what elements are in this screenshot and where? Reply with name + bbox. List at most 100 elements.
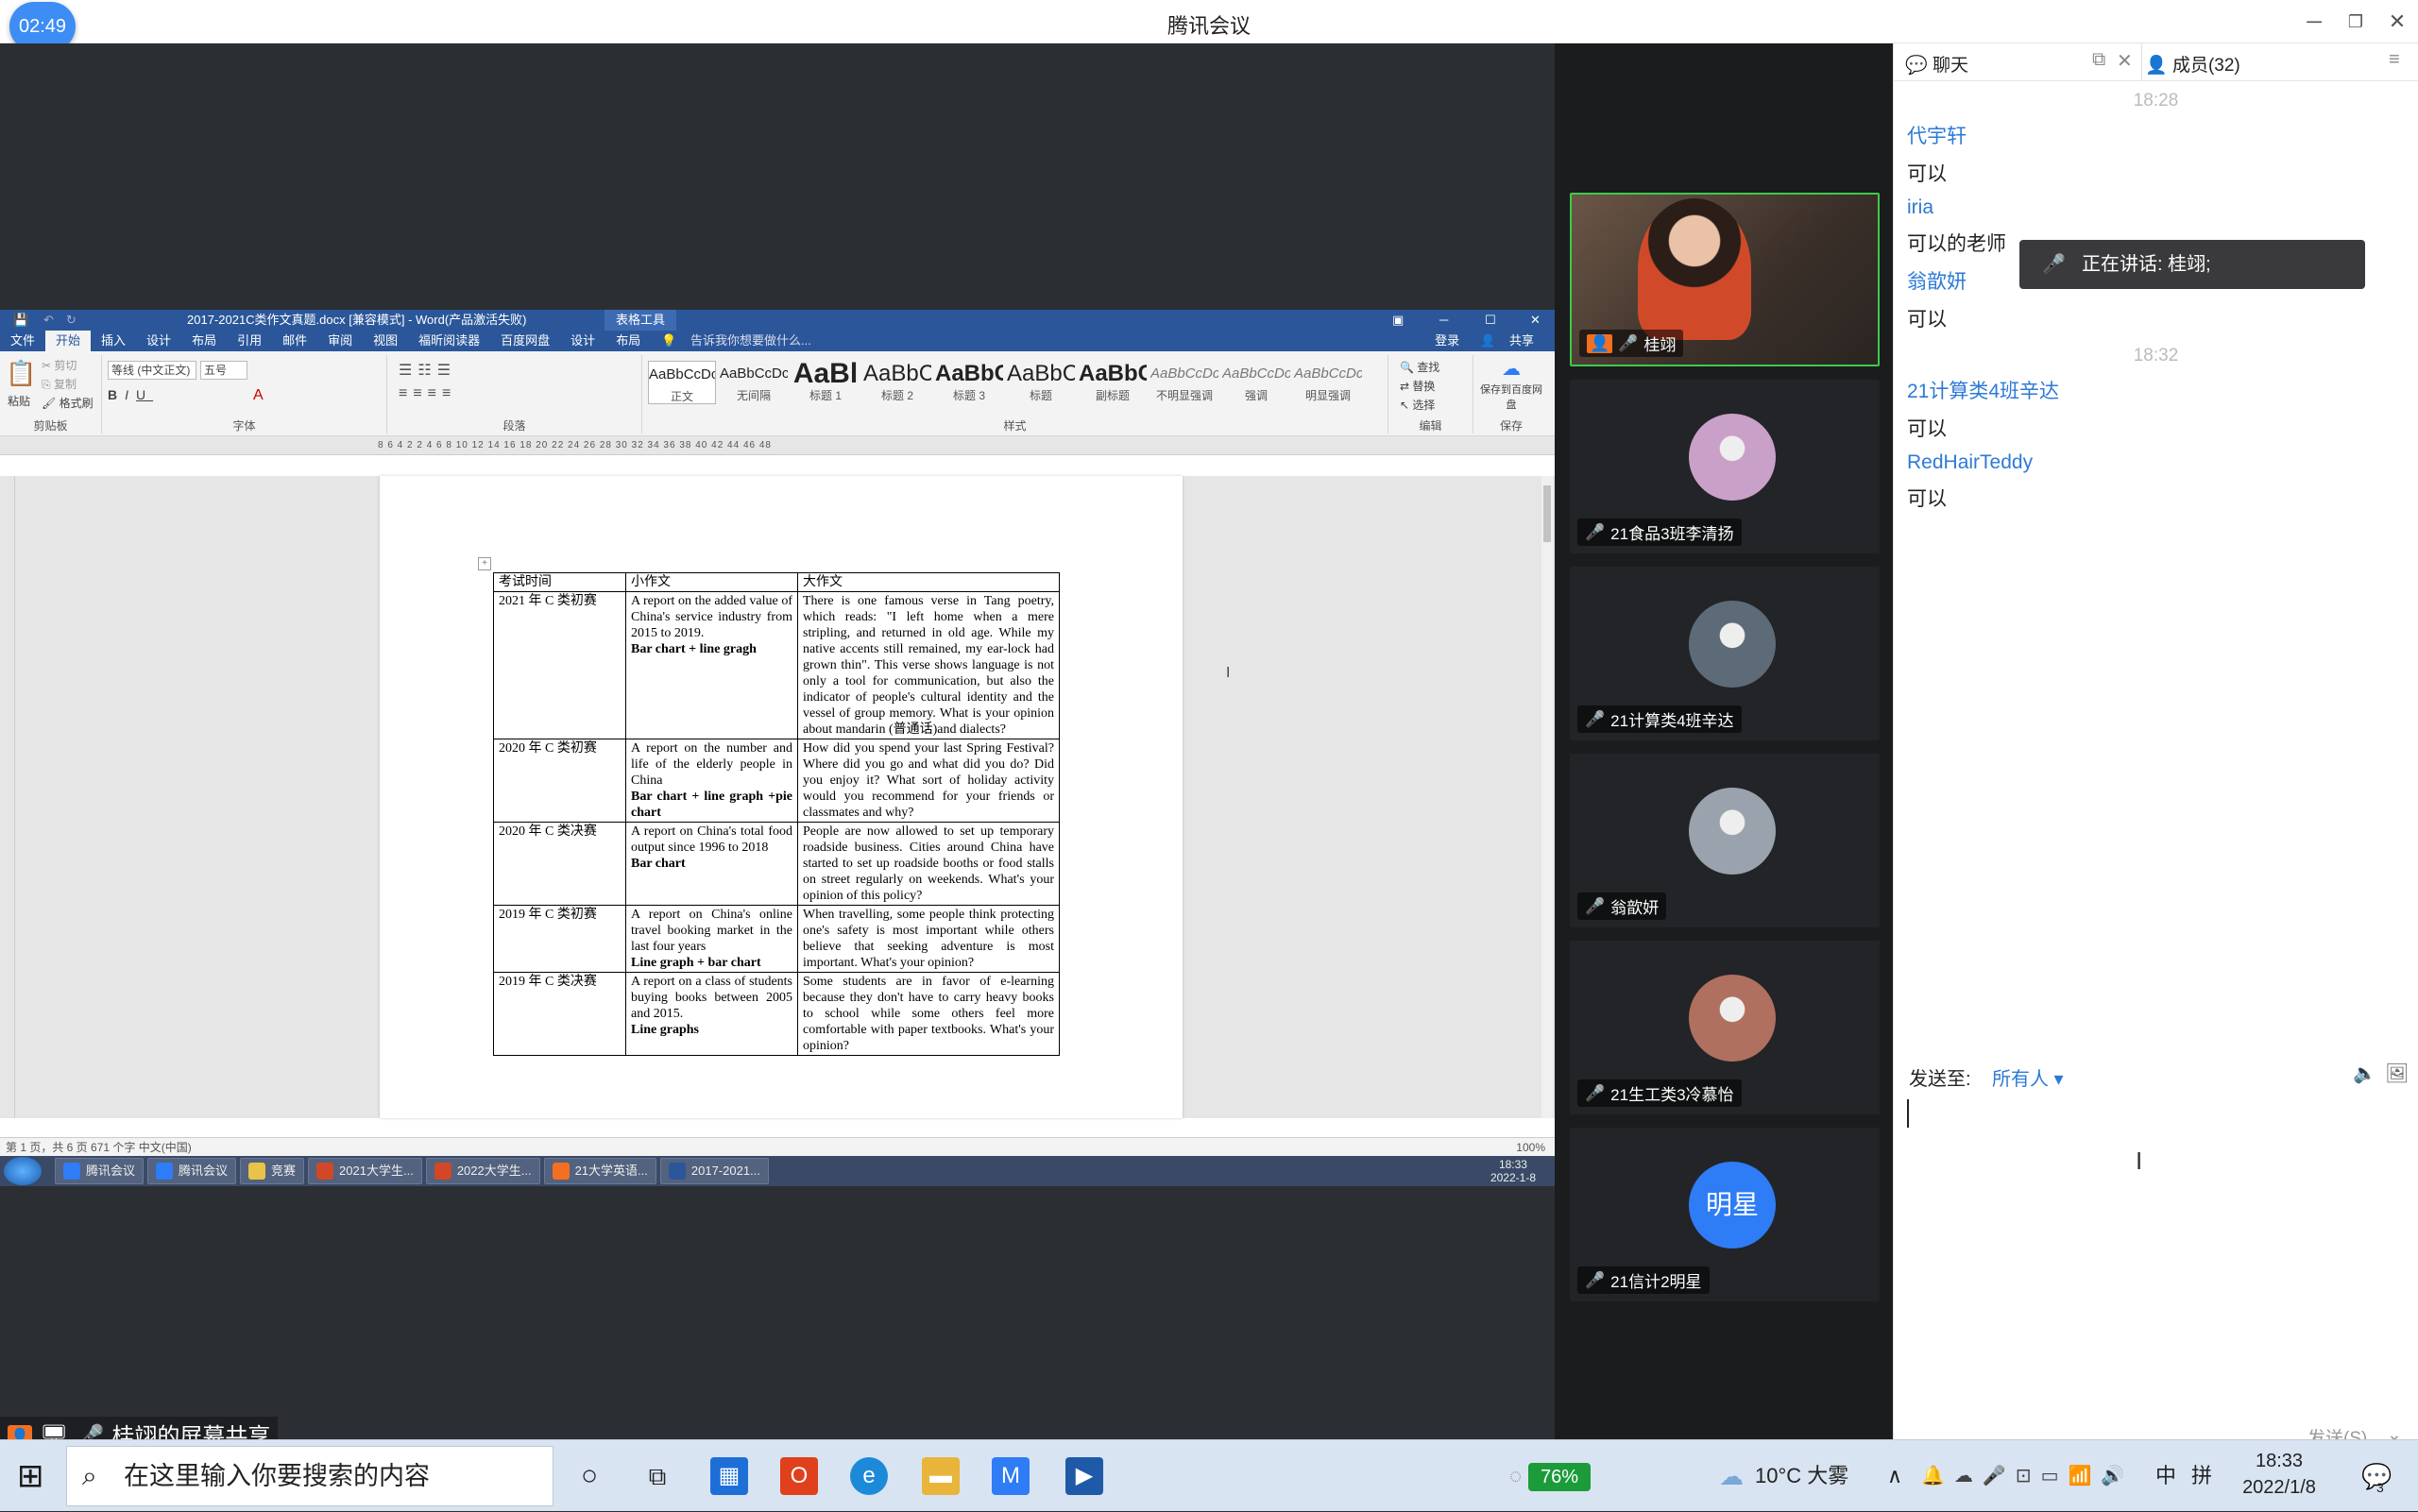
cell-big-essay[interactable]: There is one famous verse in Tang poetry… xyxy=(797,591,1060,739)
format-painter-button[interactable]: 🖌 格式刷 xyxy=(42,395,94,411)
windows-start-icon[interactable]: ⊞ xyxy=(17,1459,44,1493)
zoom-level[interactable]: 100% xyxy=(1516,1138,1545,1157)
word-scrollbar-thumb[interactable] xyxy=(1543,485,1551,542)
notification-icon[interactable]: 💬 xyxy=(2361,1440,2392,1512)
tab-design[interactable]: 设计 xyxy=(136,331,181,351)
tab-mailings[interactable]: 邮件 xyxy=(272,331,317,351)
tab-home[interactable]: 开始 xyxy=(45,331,92,351)
baidu-cloud-icon[interactable]: ☁ xyxy=(1483,357,1540,381)
image-icon[interactable]: 🖼 xyxy=(2385,1062,2409,1085)
inner-taskbar-item[interactable]: 2022大学生... xyxy=(425,1158,540,1184)
audio-icon[interactable]: 🔈 xyxy=(2353,1062,2376,1085)
chat-input[interactable] xyxy=(1907,1099,2404,1420)
system-clock[interactable]: 18:33 2022/1/8 xyxy=(2227,1448,2331,1501)
cell-big-essay[interactable]: Some students are in favor of e-learning… xyxy=(797,972,1060,1056)
undo-icon[interactable]: ↶ xyxy=(43,310,54,331)
cell-small-essay[interactable]: A report on China's total food output si… xyxy=(625,822,798,906)
tab-file[interactable]: 文件 xyxy=(0,331,45,351)
document-area[interactable]: + 考试时间 小作文 大作文 2021 年 C 类初赛 A report on t… xyxy=(0,476,1555,1118)
media-player-icon[interactable]: ▶ xyxy=(1065,1457,1103,1495)
login-link[interactable]: 登录 xyxy=(1424,331,1470,351)
replace-button[interactable]: ⇄ 替换 xyxy=(1400,378,1435,394)
inner-taskbar-item[interactable]: 竞赛 xyxy=(240,1158,305,1184)
menu-icon[interactable]: ≡ xyxy=(2389,49,2400,71)
word-minimize-button[interactable]: ─ xyxy=(1439,310,1448,331)
align-icons[interactable]: ≡≡≡≡ xyxy=(399,385,456,402)
tray-icons[interactable]: 🔔☁🎤⊡▭📶🔊 xyxy=(1921,1440,2134,1512)
cell-time[interactable]: 2019 年 C 类决赛 xyxy=(493,972,626,1056)
tab-layout[interactable]: 布局 xyxy=(181,331,227,351)
list-icons[interactable]: ☰☷☰ xyxy=(399,361,456,380)
paste-button[interactable]: 粘贴 xyxy=(8,393,30,409)
cell-big-essay[interactable]: People are now allowed to set up tempora… xyxy=(797,822,1060,906)
cell-time[interactable]: 2019 年 C 类初赛 xyxy=(493,905,626,973)
video-tile[interactable]: 🎤 21食品3班李清扬 xyxy=(1570,380,1880,553)
style-item[interactable]: AaBbCcDc 正文 xyxy=(648,361,716,404)
weather-text[interactable]: 10°C 大雾 xyxy=(1755,1440,1848,1512)
tab-references[interactable]: 引用 xyxy=(227,331,272,351)
font-format-buttons[interactable]: BIU xyxy=(108,387,153,402)
ime-pinyin[interactable]: 拼 xyxy=(2191,1440,2212,1512)
start-orb-icon[interactable] xyxy=(4,1157,42,1185)
close-chat-icon[interactable]: ✕ xyxy=(2117,49,2133,73)
inner-taskbar-item[interactable]: 2021大学生... xyxy=(308,1158,422,1184)
word-scrollbar[interactable] xyxy=(1541,476,1553,1118)
popout-icon[interactable]: ⧉ xyxy=(2092,49,2105,71)
video-tile[interactable]: 🎤 21计算类4班辛达 xyxy=(1570,567,1880,740)
style-item[interactable]: AaBbCcDc 强调 xyxy=(1222,361,1290,404)
document-page[interactable]: + 考试时间 小作文 大作文 2021 年 C 类初赛 A report on t… xyxy=(380,476,1183,1118)
style-item[interactable]: AaBbC 标题 xyxy=(1007,361,1075,404)
cell-big-essay[interactable]: How did you spend your last Spring Festi… xyxy=(797,739,1060,823)
style-item[interactable]: AaBbCcDc 无间隔 xyxy=(720,361,788,404)
style-item[interactable]: AaBl 标题 1 xyxy=(792,361,860,404)
copy-button[interactable]: ⎘ 复制 xyxy=(42,376,77,392)
ime-mode[interactable]: 中 xyxy=(2155,1440,2176,1512)
cell-small-essay[interactable]: A report on the number and life of the e… xyxy=(625,739,798,823)
restore-button[interactable]: ❐ xyxy=(2339,8,2373,36)
cell-time[interactable]: 2020 年 C 类决赛 xyxy=(493,822,626,906)
share-link[interactable]: 👤 共享 xyxy=(1470,331,1555,351)
save-icon[interactable]: 💾 xyxy=(13,310,28,331)
paste-icon[interactable]: 📋 xyxy=(6,359,36,388)
cell-big-essay[interactable]: When travelling, some people think prote… xyxy=(797,905,1060,973)
tab-table-design[interactable]: 设计 xyxy=(560,331,605,351)
inner-taskbar-item[interactable]: 2017-2021... xyxy=(659,1158,769,1184)
style-item[interactable]: AaBbC 标题 3 xyxy=(935,361,1003,404)
members-tab[interactable]: 👤 成员(32) xyxy=(2145,51,2240,76)
word-close-button[interactable]: ✕ xyxy=(1530,310,1541,331)
font-color-icon[interactable]: A xyxy=(253,387,264,404)
task-view-icon[interactable]: ⧉ xyxy=(639,1457,676,1495)
message-sender[interactable]: 代宇轩 xyxy=(1907,121,2405,149)
tab-view[interactable]: 视图 xyxy=(363,331,408,351)
video-tile[interactable]: 明星 🎤 21信计2明星 xyxy=(1570,1128,1880,1301)
tab-baidu[interactable]: 百度网盘 xyxy=(490,331,560,351)
battery-indicator[interactable]: 76% xyxy=(1528,1463,1591,1491)
message-sender[interactable]: 21计算类4班辛达 xyxy=(1907,376,2405,404)
close-button[interactable]: ✕ xyxy=(2380,8,2414,36)
style-item[interactable]: AaBbC 标题 2 xyxy=(863,361,931,404)
style-item[interactable]: AaBbC 副标题 xyxy=(1079,361,1147,404)
cell-small-essay[interactable]: A report on the added value of China's s… xyxy=(625,591,798,739)
send-to-select[interactable]: 所有人 ▾ xyxy=(1992,1063,2064,1091)
ribbon-display-icon[interactable]: ▣ xyxy=(1392,310,1404,331)
inner-taskbar-item[interactable]: 21大学英语... xyxy=(543,1158,656,1184)
video-tile[interactable]: 🎤 21生工类3冷慕怡 xyxy=(1570,941,1880,1114)
cell-time[interactable]: 2020 年 C 类初赛 xyxy=(493,739,626,823)
cell-small-essay[interactable]: A report on China's online travel bookin… xyxy=(625,905,798,973)
cell-small-essay[interactable]: A report on a class of students buying b… xyxy=(625,972,798,1056)
tab-foxit[interactable]: 福昕阅读器 xyxy=(408,331,490,351)
inner-taskbar-item[interactable]: 腾讯会议 xyxy=(147,1158,237,1184)
chat-tab[interactable]: 💬 聊天 xyxy=(1905,51,1968,76)
cut-button[interactable]: ✂ 剪切 xyxy=(42,357,77,373)
browser-icon[interactable]: e xyxy=(850,1457,888,1495)
weather-icon[interactable]: ☁ xyxy=(1719,1440,1744,1512)
select-button[interactable]: ↖ 选择 xyxy=(1400,397,1435,413)
inner-clock[interactable]: 18:33 2022-1-8 xyxy=(1490,1158,1555,1184)
cortana-icon[interactable]: ○ xyxy=(570,1457,608,1495)
message-sender[interactable]: iria xyxy=(1907,196,2405,219)
inner-taskbar-item[interactable]: 腾讯会议 xyxy=(55,1158,145,1184)
tab-insert[interactable]: 插入 xyxy=(91,331,136,351)
style-item[interactable]: AaBbCcDc 不明显强调 xyxy=(1150,361,1218,404)
redo-icon[interactable]: ↻ xyxy=(66,310,77,331)
table-move-handle[interactable]: + xyxy=(478,557,491,570)
